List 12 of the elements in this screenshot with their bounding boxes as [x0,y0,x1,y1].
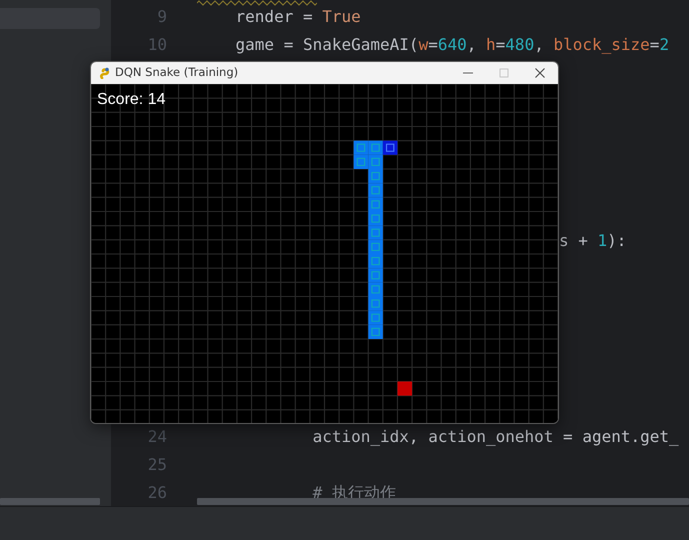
code-line: action_idx, action_onehot = agent.get_ [312,427,679,446]
snake-icon [99,67,111,79]
food [397,382,412,396]
scrollbar[interactable] [197,498,689,505]
code-line: render = True [234,7,361,26]
code-line: s + 1): [559,231,626,250]
scrollbar[interactable] [0,498,100,505]
code-line: game = SnakeGameAI(w=640, h=480, block_size=2 [234,35,670,54]
close-icon [535,68,545,78]
maximize-icon [499,68,509,78]
score-label: Score: 14 [97,92,166,108]
window-title: DQN Snake (Training) [115,64,240,82]
